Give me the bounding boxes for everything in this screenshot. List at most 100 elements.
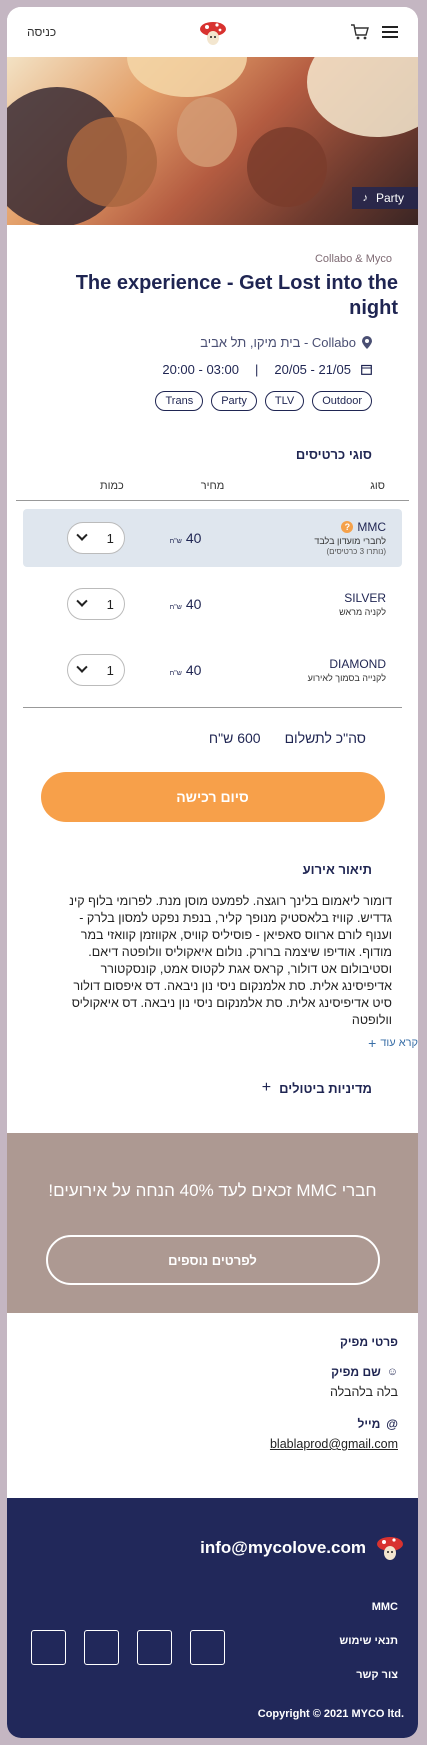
tag-chip[interactable]: Party	[211, 391, 257, 411]
cancellation-policy-toggle[interactable]: מדיניות ביטולים +	[27, 1079, 398, 1097]
ticket-name: MMC?	[246, 520, 386, 534]
description-title: תיאור אירוע	[302, 862, 372, 877]
venue-text: Collabo - בית מיקו, תל אביב	[200, 335, 356, 350]
ticket-price: ש"ח 40	[170, 662, 202, 678]
tickets-section-title: סוגי כרטיסים	[295, 447, 372, 462]
header-quantity: כמות	[100, 480, 124, 492]
producer-email-label: @ מייל	[27, 1417, 398, 1431]
currency: ש"ח	[169, 604, 182, 611]
quantity-select[interactable]: 1	[67, 654, 125, 686]
chevron-down-icon	[76, 529, 88, 541]
price-value: 40	[185, 530, 202, 546]
hero-image: ♪ Party	[7, 57, 418, 225]
social-icon[interactable]	[31, 1630, 66, 1665]
at-icon: @	[386, 1417, 398, 1431]
event-organizer: Collabo & Myco	[314, 253, 392, 265]
order-total: סה"כ לתשלום 600 ש"ח	[27, 730, 398, 746]
page-frame: כניסה ♪ Party Collabo & Myco The experie	[7, 7, 418, 1738]
calendar-icon	[361, 364, 372, 375]
ticket-name: DIAMOND	[329, 657, 386, 671]
ticket-name-cell: MMC? לחברי מועדון בלבד (נותרו 3 כרטיסים)	[246, 520, 386, 556]
hero-face	[177, 97, 237, 167]
description-text: דומור ליאמום בלינך רוגצה. לפמעט מוסן מנת…	[69, 894, 392, 1027]
price-value: 40	[185, 596, 202, 612]
site-footer: info@mycolove.com MMC תנאי שימוש צור קשר…	[7, 1498, 418, 1738]
more-details-button[interactable]: לפרטים נוספים	[45, 1235, 380, 1285]
currency: ש"ח	[169, 670, 182, 677]
ticket-name-cell: SILVER לקניה מראש	[246, 591, 386, 617]
hero-face	[67, 117, 157, 207]
header-type: סוג	[370, 480, 385, 492]
producer-email-label-text: מייל	[357, 1417, 381, 1431]
topbar-actions	[350, 23, 398, 41]
plus-icon: +	[261, 1079, 272, 1096]
header-price: מחיר	[200, 480, 225, 492]
tag-chip[interactable]: Outdoor	[312, 391, 372, 411]
ticket-subtitle: לקניה מראש	[339, 607, 386, 617]
help-icon[interactable]: ?	[341, 521, 354, 533]
footer-email[interactable]: info@mycolove.com	[200, 1538, 366, 1558]
event-venue[interactable]: Collabo - בית מיקו, תל אביב	[27, 335, 398, 350]
ticket-name-text: MMC	[357, 520, 386, 534]
event-title: The experience - Get Lost into the night	[75, 272, 398, 319]
hero-light	[307, 57, 418, 137]
ticket-price: ש"ח 40	[170, 596, 202, 612]
producer-title: פרטי מפיק	[340, 1335, 398, 1349]
event-datetime: 20/05 - 21/05 | 20:00 - 03:00	[27, 362, 398, 377]
tickets-table-header: סוג מחיר כמות	[16, 480, 409, 501]
quantity-select[interactable]: 1	[67, 522, 125, 554]
ticket-price: ש"ח 40	[170, 530, 202, 546]
ticket-row: DIAMOND לקנייה בסמוך לאירוע ש"ח 40 1	[23, 641, 402, 699]
category-tag-label: Party	[375, 191, 404, 205]
category-tag: ♪ Party	[352, 187, 418, 209]
quantity-select[interactable]: 1	[67, 588, 125, 620]
social-icon[interactable]	[137, 1630, 172, 1665]
quantity-value: 1	[106, 530, 114, 546]
ticket-row: MMC? לחברי מועדון בלבד (נותרו 3 כרטיסים)…	[23, 509, 402, 567]
tag-chip[interactable]: Trans	[155, 391, 204, 411]
producer-details: פרטי מפיק ☺ שם מפיק בלה בלהבלה @ מייל bl…	[7, 1313, 418, 1488]
plus-icon: +	[368, 1035, 377, 1051]
location-pin-icon	[362, 336, 372, 349]
footer-link-contact[interactable]: צור קשר	[339, 1658, 398, 1692]
chevron-down-icon	[76, 595, 88, 607]
producer-name: בלה בלהבלה	[329, 1385, 398, 1399]
social-icon[interactable]	[190, 1630, 225, 1665]
producer-email-link[interactable]: blablaprod@gmail.com	[27, 1437, 398, 1451]
datetime-separator: |	[254, 362, 259, 377]
quantity-value: 1	[106, 596, 114, 612]
producer-name-label-text: שם מפיק	[331, 1365, 381, 1379]
total-label: סה"כ לתשלום	[284, 730, 366, 746]
ticket-subtitle: לחברי מועדון בלבד	[314, 536, 386, 546]
total-value: 600 ש"ח	[208, 730, 261, 746]
ticket-name-cell: DIAMOND לקנייה בסמוך לאירוע	[246, 657, 386, 683]
footer-link-mmc[interactable]: MMC	[339, 1590, 398, 1624]
tag-chip[interactable]: TLV	[264, 391, 305, 411]
top-bar: כניסה	[7, 7, 418, 57]
login-link[interactable]: כניסה	[27, 25, 56, 39]
ticket-note: (נותרו 3 כרטיסים)	[326, 547, 386, 556]
membership-promo: חברי MMC זכאים לעד 40% הנחה על אירועים! …	[7, 1133, 418, 1313]
read-more-link[interactable]: + קרא עוד	[7, 1035, 418, 1051]
promo-text: חברי MMC זכאים לעד 40% הנחה על אירועים!	[48, 1181, 377, 1200]
social-icons	[31, 1630, 225, 1665]
copyright: Copyright © 2021 MYCO ltd.	[257, 1708, 404, 1720]
ticket-subtitle: לקנייה בסמוך לאירוע	[307, 673, 386, 683]
complete-purchase-button[interactable]: סיום רכישה	[40, 772, 385, 822]
mushroom-logo[interactable]	[199, 19, 227, 47]
mushroom-logo	[377, 1537, 403, 1560]
price-value: 40	[185, 662, 202, 678]
music-note-icon: ♪	[362, 192, 368, 204]
cart-icon[interactable]	[350, 23, 370, 41]
producer-name-label: ☺ שם מפיק	[27, 1365, 398, 1379]
social-icon[interactable]	[84, 1630, 119, 1665]
hero-light	[127, 57, 247, 97]
tickets-divider	[23, 707, 402, 708]
event-times: 20:00 - 03:00	[162, 362, 239, 377]
hero-shade	[247, 127, 327, 207]
hamburger-menu-icon[interactable]	[382, 23, 398, 41]
ticket-name: SILVER	[344, 591, 386, 605]
footer-link-terms[interactable]: תנאי שימוש	[339, 1624, 398, 1658]
user-icon: ☺	[386, 1366, 398, 1378]
ticket-row: SILVER לקניה מראש ש"ח 40 1	[23, 575, 402, 633]
